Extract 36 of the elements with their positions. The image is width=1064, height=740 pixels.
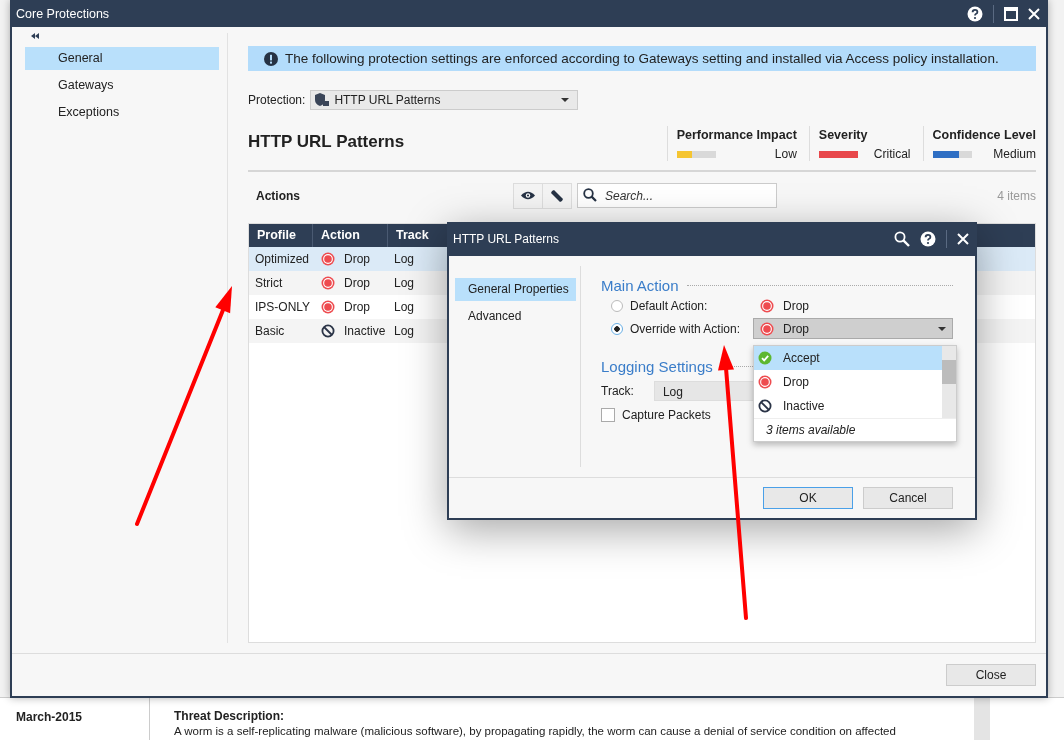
option-label: Override with Action: xyxy=(630,321,742,336)
metric-value: Medium xyxy=(993,147,1036,161)
table-cell-text: Basic xyxy=(254,324,286,338)
metric-label: Confidence Level xyxy=(932,128,1036,142)
dialog-title: HTTP URL Patterns xyxy=(453,232,560,246)
metric-value: Low xyxy=(774,147,797,161)
page-heading: HTTP URL Patterns xyxy=(248,132,405,152)
table-cell-text: Optimized xyxy=(254,252,311,266)
section-heading: Threat Description: xyxy=(174,709,285,723)
table-cell-text: Log xyxy=(393,324,416,338)
table-cell-text: Log xyxy=(393,300,416,314)
window-title: Core Protections xyxy=(16,6,111,21)
track-label: Track: xyxy=(601,384,634,398)
checkbox-label: Capture Packets xyxy=(622,408,711,422)
table-cell: Drop xyxy=(344,276,370,290)
table-cell-text: Log xyxy=(393,252,416,266)
table-cell: Drop xyxy=(344,300,370,314)
metric-label: Severity xyxy=(818,128,869,142)
table-cell: Inactive xyxy=(344,324,386,338)
action-value: Drop xyxy=(783,298,809,313)
description-text: A worm is a self-replicating malware (malicious software), by propagating rapidly, the worm can cause a denial of service condition on affected xyxy=(174,725,897,737)
table-cell-text: Strict xyxy=(254,276,284,290)
table-cell: Drop xyxy=(344,252,370,266)
metric-value: Critical xyxy=(873,147,911,161)
metric-label: Performance Impact xyxy=(676,128,797,142)
option-label: Default Action: xyxy=(630,298,709,313)
table-cell-text: Log xyxy=(393,276,416,290)
section-heading: Logging Settings xyxy=(601,358,713,375)
table-cell-text: IPS-ONLY xyxy=(254,300,312,314)
banner-text: The following protection settings are enforced according to Gateways setting and installed via Access policy installation. xyxy=(285,51,999,66)
date-label: March-2015 xyxy=(16,710,83,724)
section-heading: Main Action xyxy=(601,277,679,294)
item-count: 4 items xyxy=(997,188,1036,203)
items-available-text: 3 items available xyxy=(754,418,956,441)
section-title: Actions xyxy=(255,188,301,203)
protection-label: Protection: xyxy=(248,93,306,107)
